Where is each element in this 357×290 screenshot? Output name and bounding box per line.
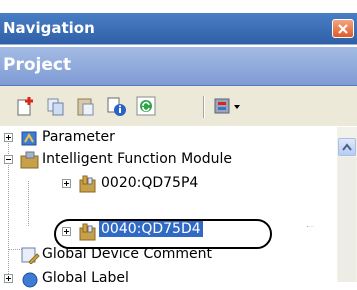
copy-button[interactable] <box>45 95 67 117</box>
tree-item-intelligent-function-module[interactable]: Intelligent Function Module <box>0 149 337 171</box>
new-data-button[interactable] <box>15 95 37 117</box>
toolbar <box>0 86 357 126</box>
properties-button[interactable] <box>105 95 127 117</box>
tree-item-label: Intelligent Function Module <box>42 151 232 167</box>
project-header[interactable]: Project <box>0 47 357 86</box>
scroll-up-button[interactable] <box>338 138 356 156</box>
tree-item-label: Parameter <box>42 129 115 145</box>
project-tree: Parameter Intelligent Function Module 00… <box>0 127 337 288</box>
global-label-icon <box>22 272 38 288</box>
window-title: Navigation <box>3 19 95 37</box>
copy-icon <box>47 98 64 116</box>
expand-button[interactable] <box>62 179 71 188</box>
tree-item-0020-qd75p4[interactable]: 0020:QD75P4 <box>0 173 337 195</box>
callout-arrow <box>306 226 315 227</box>
collapse-button[interactable] <box>4 155 13 164</box>
parameter-icon <box>21 131 37 146</box>
tree-item-label: Global Label <box>42 270 129 286</box>
tree-item-global-label[interactable]: Global Label <box>0 268 337 290</box>
properties-icon <box>107 97 126 116</box>
project-label: Project <box>3 55 72 75</box>
close-button[interactable] <box>332 19 354 38</box>
project-settings-button[interactable] <box>213 95 243 117</box>
module-icon <box>79 175 96 193</box>
close-icon <box>338 24 348 34</box>
tree-item-parameter[interactable]: Parameter <box>0 127 337 149</box>
module-folder-icon <box>20 151 39 169</box>
paste-button[interactable] <box>75 95 97 117</box>
new-data-icon <box>17 97 33 116</box>
navigation-title-bar: Navigation <box>0 13 357 45</box>
chevron-up-icon <box>342 143 352 151</box>
vertical-scrollbar[interactable] <box>337 127 357 282</box>
paste-icon <box>77 98 94 116</box>
tree-item-label: 0020:QD75P4 <box>101 175 199 191</box>
expand-button[interactable] <box>4 133 13 142</box>
device-comment-icon <box>21 247 40 264</box>
project-settings-icon <box>214 98 240 114</box>
toolbar-separator <box>203 96 205 118</box>
refresh-icon <box>136 96 156 116</box>
scroll-track[interactable] <box>338 157 356 282</box>
callout-highlight <box>54 219 272 249</box>
refresh-button[interactable] <box>135 95 157 117</box>
